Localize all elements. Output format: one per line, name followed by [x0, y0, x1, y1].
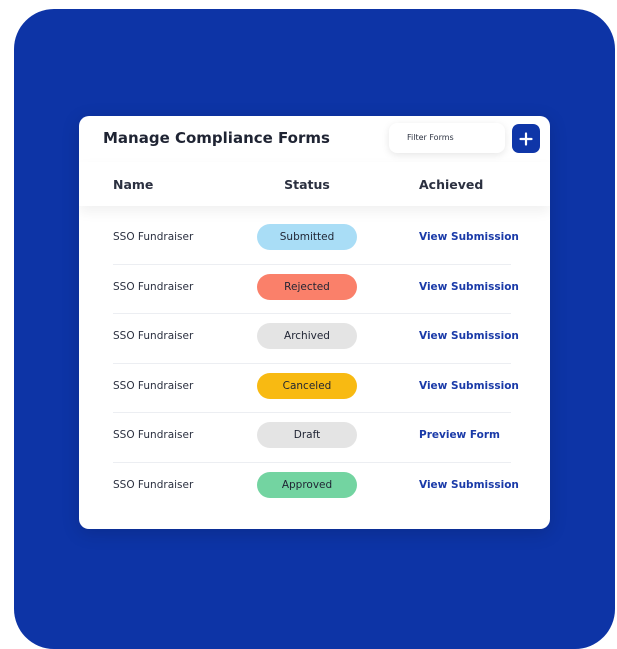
table-row: SSO Fundraiser Canceled View Submission	[113, 363, 519, 413]
status-badge: Submitted	[257, 224, 357, 250]
table-row: SSO Fundraiser Draft Preview Form	[113, 412, 511, 463]
column-header-status: Status	[284, 177, 330, 192]
view-submission-link[interactable]: View Submission	[419, 479, 519, 491]
filter-forms-placeholder: Filter Forms	[407, 133, 454, 142]
preview-form-link[interactable]: Preview Form	[419, 429, 500, 441]
view-submission-link[interactable]: View Submission	[419, 231, 519, 243]
form-name: SSO Fundraiser	[113, 280, 194, 293]
column-header-achieved: Achieved	[419, 177, 484, 192]
status-badge: Canceled	[257, 372, 357, 399]
status-badge: Approved	[257, 471, 357, 498]
form-name: SSO Fundraiser	[113, 330, 194, 342]
table-header: Name Status Achieved	[79, 162, 550, 206]
compliance-forms-card: Manage Compliance Forms Filter Forms Nam…	[79, 116, 550, 529]
view-submission-link[interactable]: View Submission	[419, 380, 519, 392]
card-header: Manage Compliance Forms Filter Forms	[79, 116, 550, 162]
status-badge: Rejected	[257, 273, 357, 300]
form-name: SSO Fundraiser	[113, 379, 194, 392]
filter-forms-input[interactable]: Filter Forms	[389, 123, 505, 153]
table-row: SSO Fundraiser Rejected View Submission	[113, 264, 519, 314]
form-name: SSO Fundraiser	[113, 231, 194, 243]
table-row: SSO Fundraiser Submitted View Submission	[113, 214, 519, 265]
status-badge: Archived	[257, 323, 357, 349]
form-name: SSO Fundraiser	[113, 478, 194, 491]
column-header-name: Name	[113, 177, 154, 192]
table-row: SSO Fundraiser Archived View Submission	[113, 313, 519, 364]
view-submission-link[interactable]: View Submission	[419, 330, 519, 342]
page-title: Manage Compliance Forms	[103, 129, 330, 147]
view-submission-link[interactable]: View Submission	[419, 281, 519, 293]
form-name: SSO Fundraiser	[113, 429, 194, 441]
add-form-button[interactable]	[512, 124, 540, 153]
table-row: SSO Fundraiser Approved View Submission	[113, 462, 519, 512]
status-badge: Draft	[257, 422, 357, 448]
plus-icon	[519, 131, 533, 146]
